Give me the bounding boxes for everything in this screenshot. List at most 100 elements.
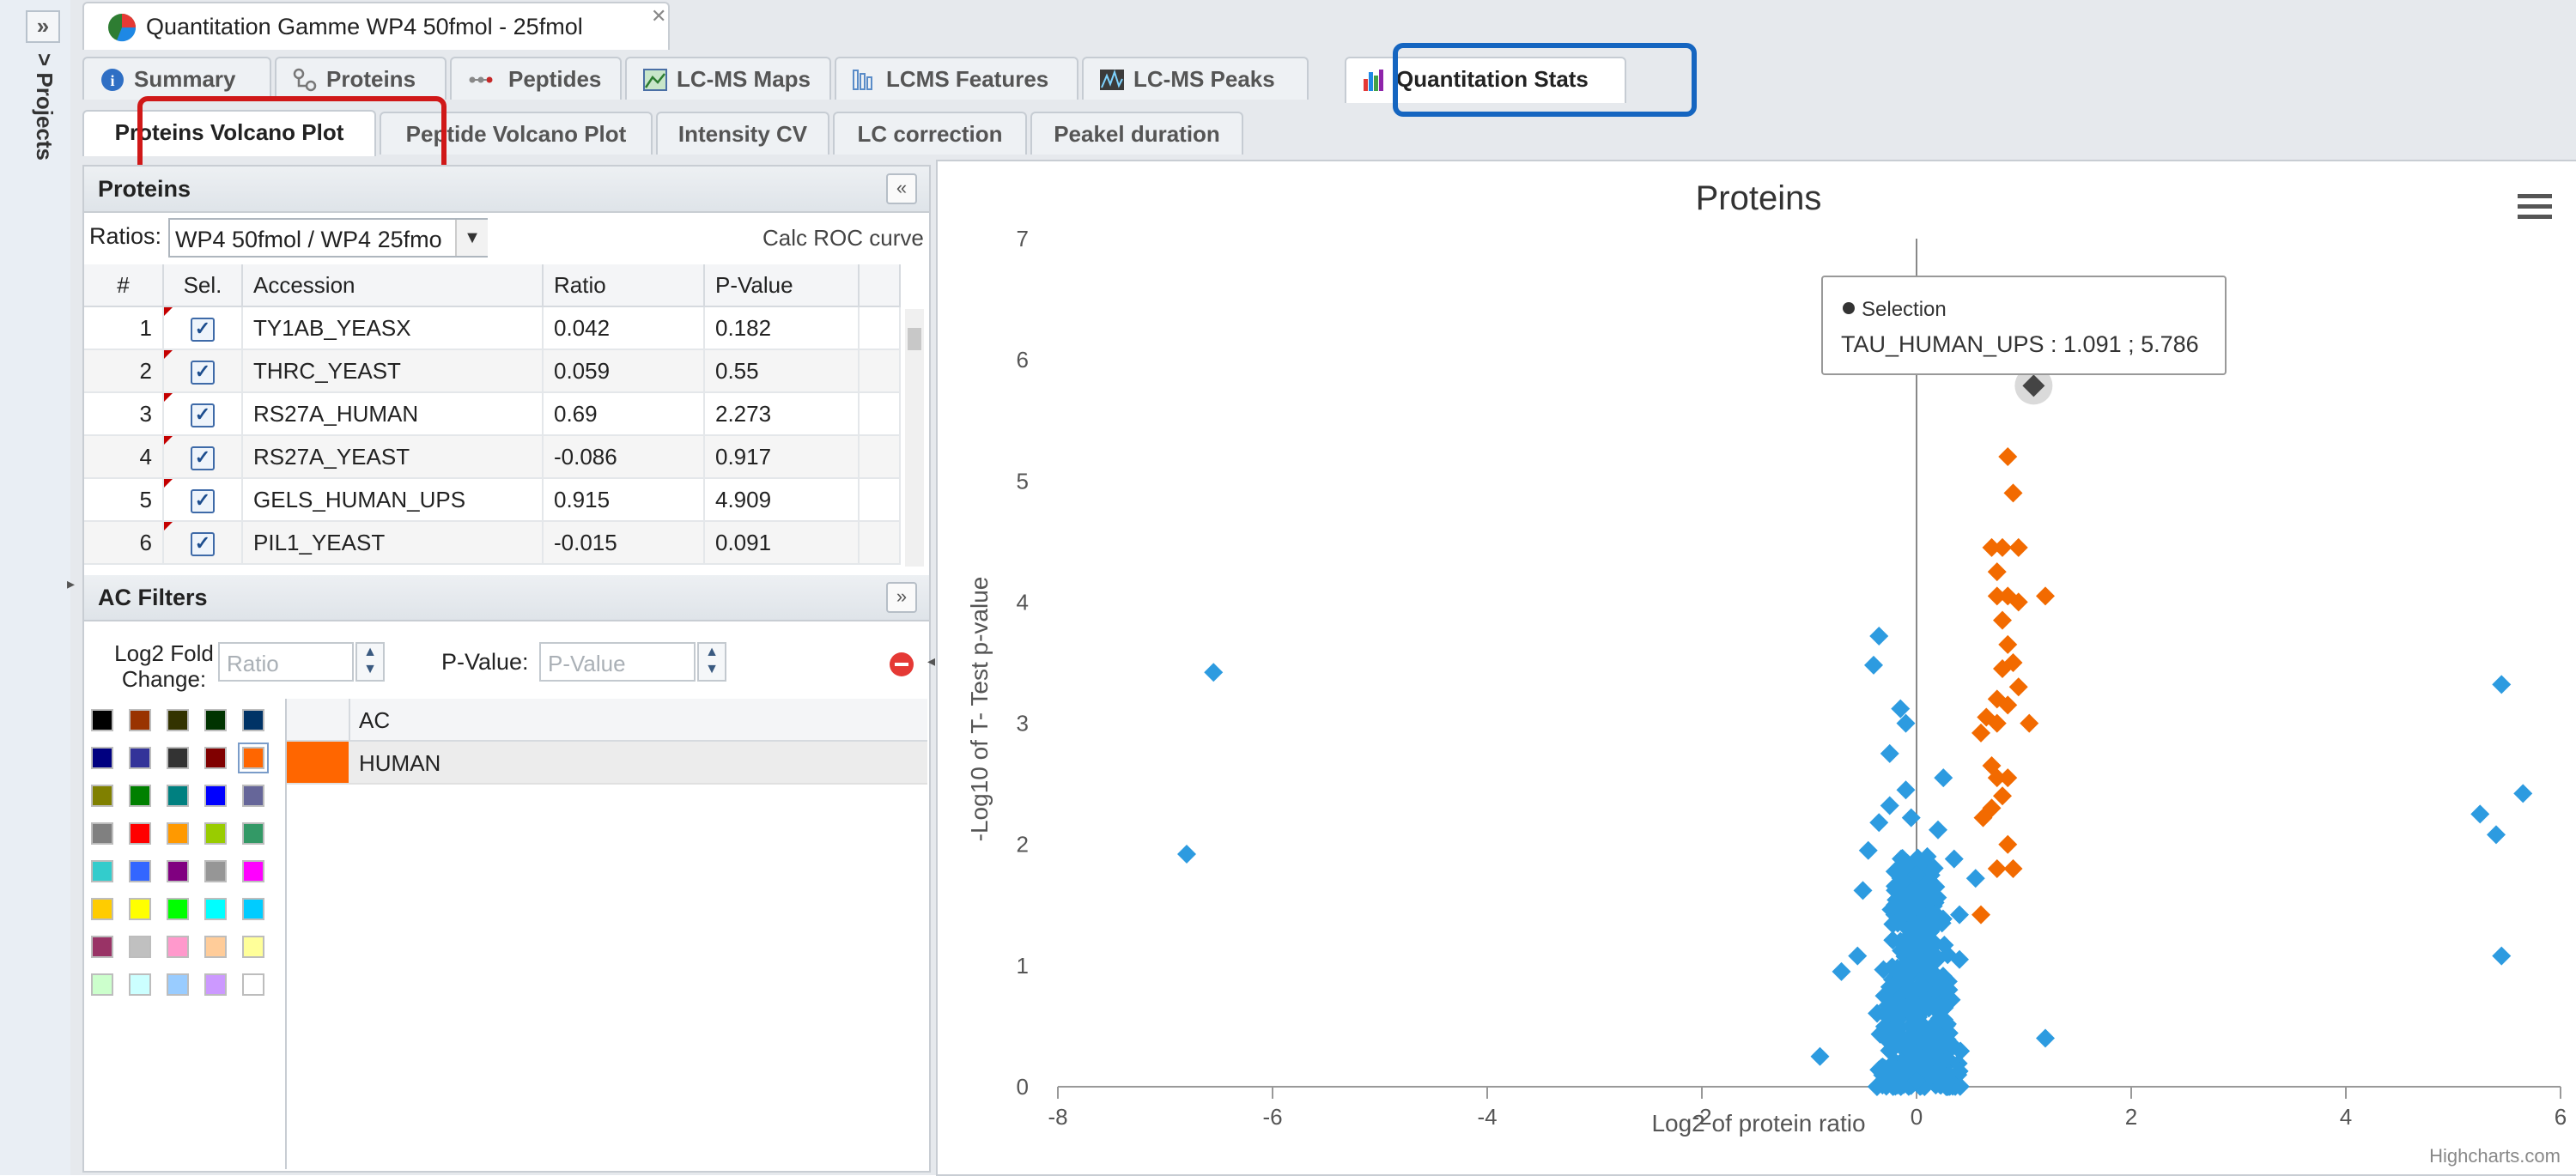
data-point-human[interactable] — [2008, 537, 2028, 557]
pvalue-input[interactable]: P-Value — [539, 642, 696, 682]
remove-filter-icon[interactable] — [888, 651, 915, 678]
data-point[interactable] — [1832, 961, 1851, 981]
data-point[interactable] — [2492, 946, 2512, 966]
data-point[interactable] — [2513, 784, 2533, 803]
color-swatch[interactable] — [204, 973, 227, 996]
col-selected[interactable]: Sel. — [163, 264, 243, 307]
color-swatch[interactable] — [167, 973, 189, 996]
color-swatch[interactable] — [129, 747, 151, 769]
col-accession[interactable]: Accession — [242, 264, 544, 307]
tab-lc-ms-maps[interactable]: LC-MS Maps — [625, 57, 831, 100]
data-point[interactable] — [1965, 869, 1985, 888]
row-select-cell[interactable]: ✓ — [163, 521, 243, 565]
color-swatch[interactable] — [242, 898, 264, 920]
row-select-cell[interactable]: ✓ — [163, 349, 243, 393]
data-point-human[interactable] — [1993, 537, 2012, 557]
data-point-human[interactable] — [1987, 586, 2007, 606]
table-row[interactable]: 6 ✓ PIL1_YEAST -0.015 0.091 — [84, 521, 901, 565]
color-swatch[interactable] — [91, 709, 113, 731]
data-point[interactable] — [1950, 905, 1969, 924]
color-swatch[interactable] — [129, 822, 151, 845]
tab-peptides[interactable]: Peptides — [450, 57, 622, 100]
color-swatch[interactable] — [242, 860, 264, 882]
fold-change-stepper[interactable]: ▲ ▼ — [355, 642, 385, 682]
data-point-human[interactable] — [1998, 447, 2018, 467]
col-pvalue[interactable]: P-Value — [704, 264, 860, 307]
data-point-human[interactable] — [1993, 610, 2012, 630]
data-point[interactable] — [1896, 780, 1916, 800]
data-point-human[interactable] — [1971, 905, 1990, 924]
color-swatch[interactable] — [242, 709, 264, 731]
color-swatch[interactable] — [167, 898, 189, 920]
row-select-cell[interactable]: ✓ — [163, 306, 243, 350]
table-row[interactable]: 2 ✓ THRC_YEAST 0.059 0.55 — [84, 349, 901, 393]
data-point[interactable] — [1864, 655, 1883, 675]
color-swatch[interactable] — [129, 898, 151, 920]
collapse-down-icon[interactable]: » — [886, 582, 917, 613]
data-point[interactable] — [1880, 796, 1899, 815]
data-point[interactable] — [2492, 675, 2512, 694]
color-swatch[interactable] — [91, 785, 113, 807]
chevron-down-icon[interactable]: ▼ — [455, 220, 488, 256]
pvalue-stepper[interactable]: ▲ ▼ — [697, 642, 726, 682]
data-point-human[interactable] — [1993, 786, 2012, 806]
row-checkbox[interactable]: ✓ — [191, 446, 215, 470]
color-swatch[interactable] — [129, 860, 151, 882]
data-point-human[interactable] — [1971, 723, 1990, 743]
data-point-human[interactable] — [1998, 834, 2018, 854]
color-swatch[interactable] — [91, 860, 113, 882]
color-swatch[interactable] — [91, 822, 113, 845]
color-swatch[interactable] — [91, 973, 113, 996]
data-point-human[interactable] — [2020, 713, 2039, 733]
tab-lc-ms-peaks[interactable]: LC-MS Peaks — [1082, 57, 1309, 100]
table-row[interactable]: 5 ✓ GELS_HUMAN_UPS 0.915 4.909 — [84, 478, 901, 522]
data-point[interactable] — [1810, 1046, 1830, 1066]
tab-lcms-features[interactable]: LCMS Features — [835, 57, 1078, 100]
row-select-cell[interactable]: ✓ — [163, 392, 243, 436]
tab-peakel-duration[interactable]: Peakel duration — [1030, 112, 1243, 155]
data-point-human[interactable] — [2003, 483, 2023, 503]
color-swatch[interactable] — [167, 936, 189, 958]
tab-proteins[interactable]: Proteins — [275, 57, 447, 100]
data-point-human[interactable] — [2036, 586, 2055, 606]
row-select-cell[interactable]: ✓ — [163, 435, 243, 479]
color-swatch[interactable] — [129, 785, 151, 807]
col-number[interactable]: # — [84, 264, 164, 307]
ac-row[interactable]: HUMAN — [287, 742, 927, 785]
credits-link[interactable]: Highcharts.com — [2429, 1145, 2561, 1167]
tab-intensity-cv[interactable]: Intensity CV — [656, 112, 829, 155]
collapse-left-icon[interactable]: « — [886, 173, 917, 204]
data-point[interactable] — [1944, 849, 1964, 869]
data-point[interactable] — [1869, 813, 1889, 833]
color-swatch[interactable] — [242, 785, 264, 807]
double-chevron-right-icon[interactable]: » — [26, 10, 60, 43]
scrollbar-thumb[interactable] — [908, 328, 921, 350]
data-point[interactable] — [1869, 626, 1889, 646]
table-scrollbar[interactable] — [905, 309, 924, 567]
color-swatch[interactable] — [242, 936, 264, 958]
color-swatch[interactable] — [91, 747, 113, 769]
sidebar-splitter-handle[interactable]: ▸ — [67, 575, 76, 597]
row-checkbox[interactable]: ✓ — [191, 489, 215, 513]
row-checkbox[interactable]: ✓ — [191, 403, 215, 427]
calc-roc-curve-link[interactable]: Calc ROC curve — [762, 225, 924, 252]
color-swatch[interactable] — [167, 822, 189, 845]
data-point-human[interactable] — [1998, 768, 2018, 788]
row-checkbox[interactable]: ✓ — [191, 318, 215, 342]
data-point[interactable] — [1177, 845, 1196, 864]
data-point[interactable] — [1853, 881, 1873, 900]
data-point-human[interactable] — [2008, 677, 2028, 697]
data-point[interactable] — [1848, 946, 1868, 966]
color-swatch[interactable] — [242, 822, 264, 845]
tab-lc-correction[interactable]: LC correction — [833, 112, 1027, 155]
color-swatch[interactable] — [167, 709, 189, 731]
data-point[interactable] — [1929, 820, 1947, 840]
color-swatch[interactable] — [204, 822, 227, 845]
color-swatch[interactable] — [167, 860, 189, 882]
splitter-handle[interactable]: ◂ — [927, 652, 936, 675]
data-point[interactable] — [1901, 808, 1921, 827]
color-swatch[interactable] — [167, 785, 189, 807]
color-swatch[interactable] — [129, 936, 151, 958]
color-swatch[interactable] — [204, 747, 227, 769]
data-point[interactable] — [1858, 840, 1878, 860]
